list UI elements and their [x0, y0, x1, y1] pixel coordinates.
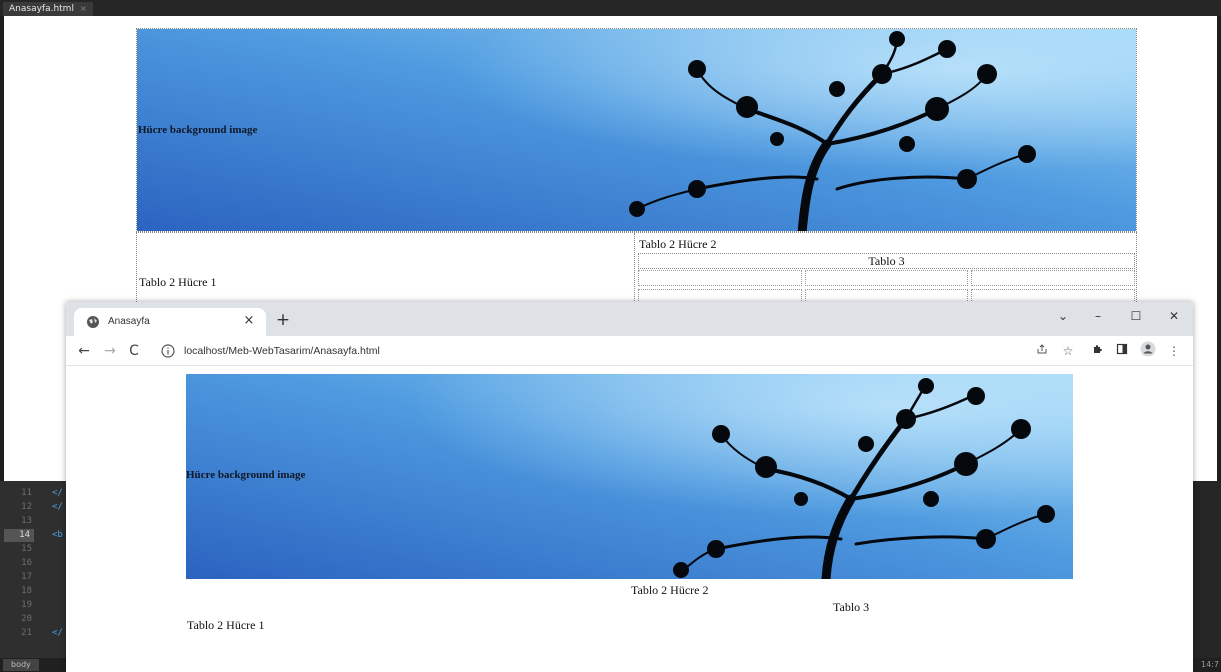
close-tab-icon[interactable]: ×: [240, 312, 258, 330]
maximize-button[interactable]: ☐: [1117, 304, 1155, 328]
forward-arrow-icon[interactable]: →: [100, 341, 120, 361]
code-line: </: [52, 628, 63, 638]
tag-selector-body[interactable]: body: [3, 659, 39, 671]
sky-tree-background-image: [186, 374, 1073, 579]
info-icon[interactable]: [160, 343, 176, 359]
code-line: </: [52, 502, 63, 512]
editor-file-tab-label: Anasayfa.html: [9, 4, 74, 14]
table3-title: Tablo 3: [833, 600, 870, 614]
profile-avatar-icon[interactable]: [1138, 341, 1158, 361]
browser-toolbar: ← → C localhost/Meb-WebTasarim/Anasayfa.…: [66, 336, 1193, 366]
line-number: 18: [21, 586, 32, 596]
editor-file-tab[interactable]: Anasayfa.html ×: [3, 2, 93, 16]
line-number: 13: [21, 516, 32, 526]
line-number: 12: [21, 502, 32, 512]
design-hero-cell[interactable]: Hücre background image: [136, 28, 1137, 232]
line-number: 11: [21, 488, 32, 498]
design-table3-cell[interactable]: [638, 270, 802, 286]
line-number: 21: [21, 628, 32, 638]
address-bar[interactable]: localhost/Meb-WebTasarim/Anasayfa.html: [156, 340, 1026, 362]
minimize-button[interactable]: –: [1079, 304, 1117, 328]
page-viewport: Hücre background image Tablo 2 Hücre 2 T…: [66, 367, 1193, 672]
design-table2-cell2-text: Tablo 2 Hücre 2: [639, 237, 717, 251]
side-panel-icon[interactable]: [1112, 341, 1132, 361]
close-icon[interactable]: ×: [80, 4, 87, 13]
more-menu-icon[interactable]: ⋮: [1164, 341, 1184, 361]
line-number: 19: [21, 600, 32, 610]
code-line: <b: [52, 530, 63, 540]
tab-strip: Anasayfa × + ⌄ – ☐ ✕: [66, 302, 1193, 336]
new-tab-button[interactable]: +: [274, 311, 292, 329]
hero-text: Hücre background image: [186, 469, 306, 481]
reload-icon[interactable]: C: [124, 341, 144, 361]
design-hero-text: Hücre background image: [138, 124, 258, 136]
table2-cell2-text: Tablo 2 Hücre 2: [631, 583, 709, 597]
tab-search-icon[interactable]: ⌄: [1044, 304, 1082, 328]
chrome-window: Anasayfa × + ⌄ – ☐ ✕ ← → C localhost/Meb…: [66, 302, 1193, 672]
url-text[interactable]: localhost/Meb-WebTasarim/Anasayfa.html: [184, 343, 380, 359]
design-table3-cell[interactable]: [971, 270, 1135, 286]
close-window-button[interactable]: ✕: [1155, 304, 1193, 328]
design-table3-cell[interactable]: [804, 270, 969, 286]
browser-tab-title: Anasayfa: [108, 316, 150, 327]
globe-icon: [87, 316, 99, 328]
hero-cell: Hücre background image: [186, 374, 1073, 579]
design-table2-cell1-text: Tablo 2 Hücre 1: [139, 275, 217, 289]
back-arrow-icon[interactable]: ←: [74, 341, 94, 361]
browser-tab-anasayfa[interactable]: Anasayfa ×: [74, 308, 266, 336]
line-number: 16: [21, 558, 32, 568]
panel-strip: [1193, 481, 1221, 658]
line-number-active: 14: [4, 529, 34, 542]
line-number: 17: [21, 572, 32, 582]
code-line: </: [52, 488, 63, 498]
bookmark-star-icon[interactable]: ☆: [1058, 341, 1078, 361]
editor-tab-bar: Anasayfa.html ×: [0, 0, 1221, 16]
table2-cell1-text: Tablo 2 Hücre 1: [187, 618, 265, 632]
design-table3-title[interactable]: Tablo 3: [638, 253, 1135, 269]
share-icon[interactable]: [1032, 341, 1052, 361]
cursor-position: 14:7: [1201, 660, 1219, 669]
extensions-puzzle-icon[interactable]: [1088, 341, 1108, 361]
sky-tree-background-image: [137, 29, 1136, 231]
line-number: 20: [21, 614, 32, 624]
line-number: 15: [21, 544, 32, 554]
